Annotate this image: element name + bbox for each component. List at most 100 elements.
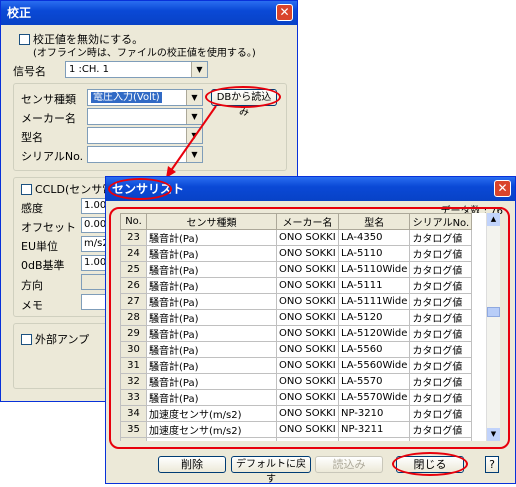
ccld-checkbox[interactable] — [21, 184, 32, 195]
table-row[interactable]: 27 騒音計(Pa) ONO SOKKI LA-5111Wide カタログ値 — [120, 293, 473, 310]
chevron-down-icon[interactable]: ▼ — [186, 147, 202, 162]
cell-maker[interactable]: ONO SOKKI — [276, 277, 339, 294]
cell-no[interactable]: 31 — [120, 357, 147, 374]
delete-button[interactable]: 削除 — [158, 456, 226, 473]
cell-serial[interactable]: カタログ値 — [409, 389, 473, 406]
disable-calibration-checkbox[interactable] — [19, 34, 30, 45]
scroll-down-icon[interactable]: ▼ — [487, 428, 500, 441]
cell-sensor-type[interactable]: 騒音計(Pa) — [146, 325, 277, 342]
cell-serial[interactable]: カタログ値 — [409, 277, 473, 294]
cell-model[interactable]: NP-3211 — [337, 421, 411, 438]
cell-serial[interactable]: カタログ値 — [409, 325, 473, 342]
cell-model[interactable]: NP-3418 — [337, 437, 411, 441]
cell-no[interactable]: 30 — [120, 341, 147, 358]
cell-model[interactable]: LA-5120Wide — [337, 325, 411, 342]
cell-sensor-type[interactable]: 騒音計(Pa) — [146, 293, 277, 310]
table-row[interactable]: 23 騒音計(Pa) ONO SOKKI LA-4350 カタログ値 — [120, 229, 473, 246]
table-row[interactable]: 33 騒音計(Pa) ONO SOKKI LA-5570Wide カタログ値 — [120, 389, 473, 406]
col-sensor-type[interactable]: センサ種類 — [146, 213, 277, 230]
cell-maker[interactable]: ONO SOKKI — [276, 293, 339, 310]
cell-sensor-type[interactable]: 加速度センサ(m/s2) — [146, 437, 277, 441]
cell-maker[interactable]: ONO SOKKI — [276, 325, 339, 342]
cell-sensor-type[interactable]: 騒音計(Pa) — [146, 229, 277, 246]
cell-maker[interactable]: ONO SOKKI — [276, 405, 339, 422]
help-button[interactable]: ? — [485, 456, 499, 473]
cell-serial[interactable]: カタログ値 — [409, 341, 473, 358]
cell-no[interactable]: 32 — [120, 373, 147, 390]
table-row[interactable]: 26 騒音計(Pa) ONO SOKKI LA-5111 カタログ値 — [120, 277, 473, 294]
cell-serial[interactable]: カタログ値 — [409, 309, 473, 326]
cell-maker[interactable]: ONO SOKKI — [276, 437, 339, 441]
cell-no[interactable]: 36 — [120, 437, 147, 441]
cell-maker[interactable]: ONO SOKKI — [276, 389, 339, 406]
cell-sensor-type[interactable]: 騒音計(Pa) — [146, 261, 277, 278]
signal-name-select[interactable]: 1 :CH. 1 ▼ — [65, 61, 208, 78]
cell-model[interactable]: LA-5570 — [337, 373, 411, 390]
cell-serial[interactable]: カタログ値 — [409, 357, 473, 374]
cell-model[interactable]: LA-4350 — [337, 229, 411, 246]
table-row[interactable]: 28 騒音計(Pa) ONO SOKKI LA-5120 カタログ値 — [120, 309, 473, 326]
cell-no[interactable]: 27 — [120, 293, 147, 310]
serial-select[interactable]: ▼ — [87, 146, 203, 163]
load-button[interactable]: 読込み — [315, 456, 383, 473]
cell-sensor-type[interactable]: 騒音計(Pa) — [146, 277, 277, 294]
cell-serial[interactable]: カタログ値 — [409, 373, 473, 390]
close-icon[interactable]: ✕ — [276, 4, 293, 21]
reset-default-button[interactable]: デフォルトに戻す — [231, 456, 311, 485]
table-row[interactable]: 24 騒音計(Pa) ONO SOKKI LA-5110 カタログ値 — [120, 245, 473, 262]
cell-no[interactable]: 35 — [120, 421, 147, 438]
model-select[interactable]: ▼ — [87, 127, 203, 144]
cell-maker[interactable]: ONO SOKKI — [276, 373, 339, 390]
cell-no[interactable]: 33 — [120, 389, 147, 406]
cell-serial[interactable]: カタログ値 — [409, 405, 473, 422]
cell-no[interactable]: 25 — [120, 261, 147, 278]
cell-serial[interactable]: カタログ値 — [409, 293, 473, 310]
cell-model[interactable]: LA-5560Wide — [337, 357, 411, 374]
cell-sensor-type[interactable]: 騒音計(Pa) — [146, 373, 277, 390]
table-row[interactable]: 30 騒音計(Pa) ONO SOKKI LA-5560 カタログ値 — [120, 341, 473, 358]
cell-sensor-type[interactable]: 騒音計(Pa) — [146, 309, 277, 326]
table-row[interactable]: 32 騒音計(Pa) ONO SOKKI LA-5570 カタログ値 — [120, 373, 473, 390]
maker-select[interactable]: ▼ — [87, 108, 203, 125]
external-amp-checkbox[interactable] — [21, 334, 32, 345]
cell-sensor-type[interactable]: 騒音計(Pa) — [146, 357, 277, 374]
cell-no[interactable]: 24 — [120, 245, 147, 262]
vertical-scrollbar[interactable]: ▲ ▼ — [486, 213, 500, 441]
chevron-down-icon[interactable]: ▼ — [186, 90, 202, 105]
cell-maker[interactable]: ONO SOKKI — [276, 261, 339, 278]
cell-no[interactable]: 28 — [120, 309, 147, 326]
cell-serial[interactable]: カタログ値 — [409, 229, 473, 246]
cell-sensor-type[interactable]: 騒音計(Pa) — [146, 341, 277, 358]
cell-sensor-type[interactable]: 騒音計(Pa) — [146, 389, 277, 406]
chevron-down-icon[interactable]: ▼ — [186, 109, 202, 124]
cell-sensor-type[interactable]: 騒音計(Pa) — [146, 245, 277, 262]
cell-maker[interactable]: ONO SOKKI — [276, 229, 339, 246]
cell-model[interactable]: LA-5560 — [337, 341, 411, 358]
cell-serial[interactable]: カタログ値 — [409, 261, 473, 278]
chevron-down-icon[interactable]: ▼ — [186, 128, 202, 143]
col-model[interactable]: 型名 — [337, 213, 411, 230]
cell-maker[interactable]: ONO SOKKI — [276, 341, 339, 358]
close-icon[interactable]: ✕ — [494, 180, 511, 197]
table-row[interactable]: 36加速度センサ(m/s2)ONO SOKKINP-3418カタログ値 — [120, 437, 473, 441]
table-row[interactable]: 31 騒音計(Pa) ONO SOKKI LA-5560Wide カタログ値 — [120, 357, 473, 374]
chevron-down-icon[interactable]: ▼ — [191, 62, 207, 77]
cell-maker[interactable]: ONO SOKKI — [276, 421, 339, 438]
cell-sensor-type[interactable]: 加速度センサ(m/s2) — [146, 421, 277, 438]
cell-no[interactable]: 23 — [120, 229, 147, 246]
cell-maker[interactable]: ONO SOKKI — [276, 245, 339, 262]
cell-no[interactable]: 29 — [120, 325, 147, 342]
cell-serial[interactable]: カタログ値 — [409, 245, 473, 262]
col-serial[interactable]: シリアルNo. — [409, 213, 473, 230]
table-row[interactable]: 25 騒音計(Pa) ONO SOKKI LA-5110Wide カタログ値 — [120, 261, 473, 278]
cell-model[interactable]: NP-3210 — [337, 405, 411, 422]
cell-no[interactable]: 34 — [120, 405, 147, 422]
cell-serial[interactable]: カタログ値 — [409, 421, 473, 438]
table-row[interactable]: 35 加速度センサ(m/s2) ONO SOKKI NP-3211 カタログ値 — [120, 421, 473, 438]
cell-sensor-type[interactable]: 加速度センサ(m/s2) — [146, 405, 277, 422]
cell-model[interactable]: LA-5570Wide — [337, 389, 411, 406]
col-no[interactable]: No. — [120, 213, 147, 230]
scroll-thumb[interactable] — [487, 307, 500, 317]
cell-model[interactable]: LA-5110 — [337, 245, 411, 262]
cell-model[interactable]: LA-5110Wide — [337, 261, 411, 278]
